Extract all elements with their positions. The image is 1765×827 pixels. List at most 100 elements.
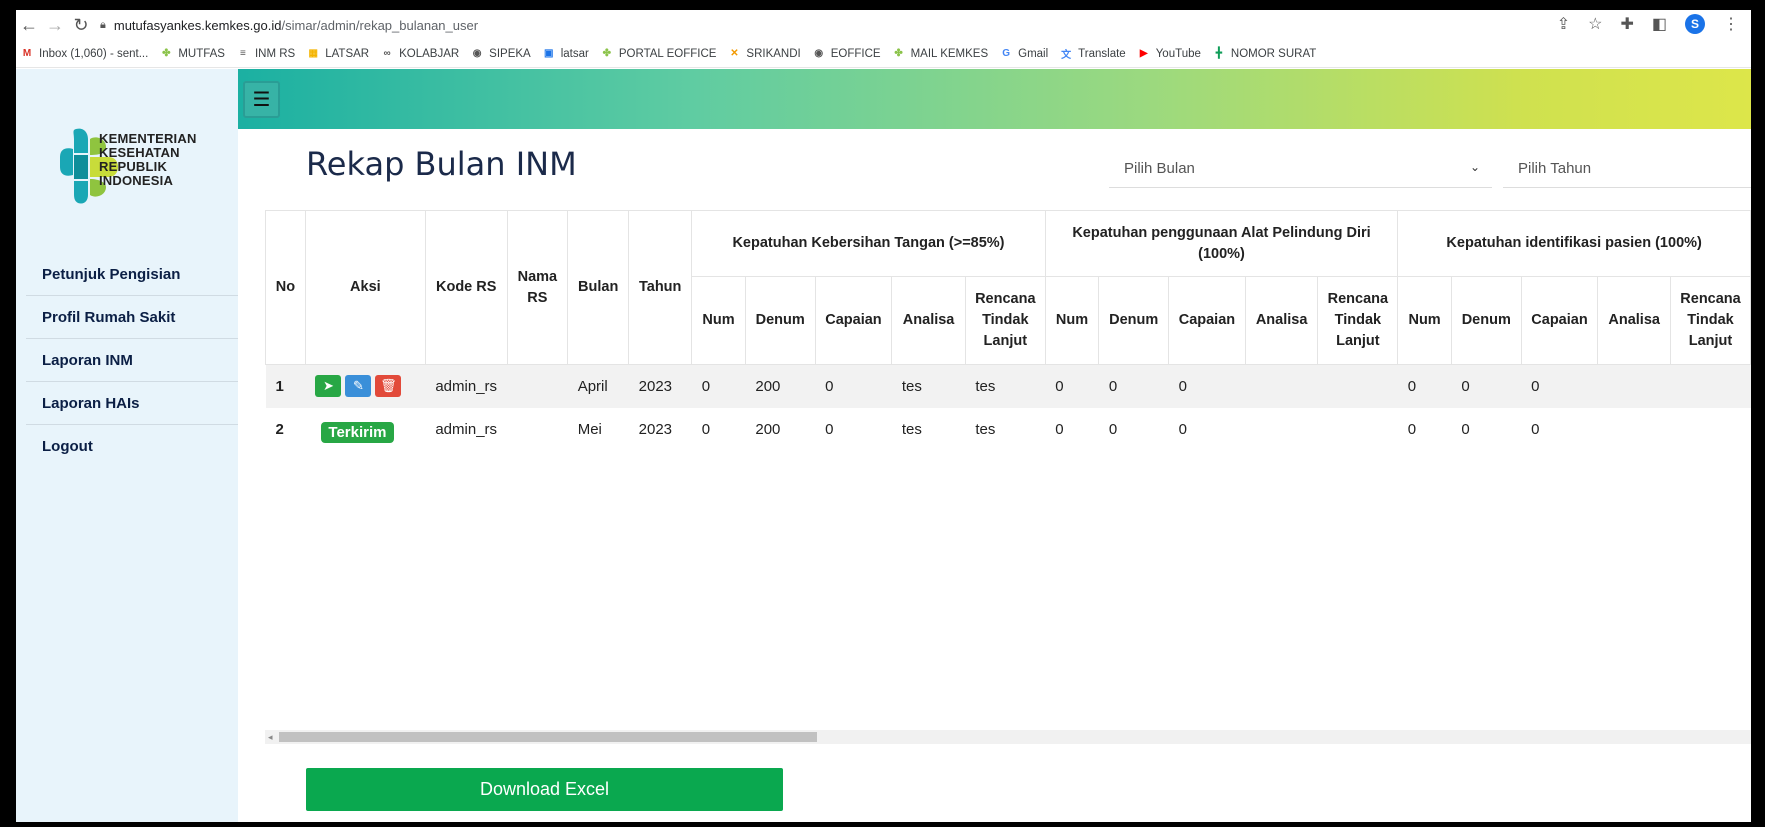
cell-g2-capaian: 0 [1178,420,1187,438]
bookmark-item[interactable]: ◉ EOFFICE [812,47,880,61]
sub-header-denum: Denum [1098,276,1170,365]
browser-menu-icon[interactable]: ⋮ [1723,14,1739,34]
cell-tahun: 2023 [628,364,692,408]
bookmark-star-icon[interactable]: ☆ [1588,14,1602,34]
forward-icon[interactable]: → [42,10,68,40]
cell-g1-num: 0 [691,364,746,408]
bookmark-label: INM RS [254,47,296,60]
status-badge: Terkirim [321,421,394,443]
cell-g1-analisa: tes [891,364,966,408]
extensions-icon[interactable]: ✚ [1620,14,1633,34]
col-header-nama-rs: Nama RS [506,210,569,365]
translate-icon: 文 [1061,50,1072,61]
cell-g1-rtl: tes [965,364,1046,408]
google-icon: G [1002,48,1011,59]
bookmark-item[interactable]: ╋ NOMOR SURAT [1212,47,1316,61]
col-header-kode-rs: Kode RS [424,210,508,365]
sidebar-menu: Petunjuk Pengisian Profil Rumah Sakit La… [26,253,238,468]
cell-g1-denum: 200 [745,364,816,408]
cell-tahun: 2023 [638,420,673,438]
scroll-left-icon[interactable]: ◂ [268,730,273,744]
cell-nama-rs [507,408,568,451]
cell-g3-capaian: 0 [1531,420,1540,438]
reload-icon[interactable]: ↻ [68,10,94,40]
cell-g3-analisa [1597,364,1671,408]
cell-g3-num: 0 [1397,364,1452,408]
send-icon: ➤ [322,378,334,394]
gmail-icon: M [22,48,32,59]
download-excel-button[interactable]: Download Excel [306,768,783,811]
cell-g2-denum: 0 [1108,420,1118,438]
bookmark-item[interactable]: ▦ LATSAR [306,47,369,61]
bookmark-item[interactable]: ▣ latsar [542,47,589,61]
edit-button[interactable]: ✎ [345,375,372,398]
bookmark-item[interactable]: ≡ INM RS [236,47,295,61]
hamburger-button[interactable]: ☰ [243,81,280,118]
bookmark-label: Gmail [1018,47,1049,60]
group-header-identifikasi-pasien: Kepatuhan identifikasi pasien (100%) [1397,210,1751,277]
latsar-icon: ▦ [308,48,318,59]
logo-line: REPUBLIK [99,159,168,174]
bookmark-item[interactable]: G Gmail [999,47,1048,61]
year-select-placeholder: Pilih Tahun [1518,160,1592,177]
cell-bulan: Mei [577,420,602,438]
bookmark-item[interactable]: ▶ YouTube [1137,47,1201,61]
cell-bulan: April [567,364,629,408]
bookmark-item[interactable]: ∞ KOLABJAR [380,47,460,61]
header-band: ☰ [238,69,1751,129]
youtube-icon: ▶ [1139,48,1148,59]
send-button[interactable]: ➤ [315,375,342,398]
kemkes-icon: ✤ [162,48,171,59]
delete-button[interactable]: 🗑︎ [375,375,402,398]
sidebar-item-petunjuk[interactable]: Petunjuk Pengisian [26,253,238,296]
bookmark-item[interactable]: ✤ PORTAL EOFFICE [600,47,717,61]
logo-line: KEMENTERIAN [99,131,197,146]
scrollbar-thumb[interactable] [279,732,817,742]
back-icon[interactable]: ← [16,10,42,40]
sidebar-item-profil[interactable]: Profil Rumah Sakit [26,296,238,339]
month-select[interactable]: Pilih Bulan ⌄ [1109,150,1492,188]
col-header-no: No [265,210,306,365]
url-path: /simar/admin/rekap_bulanan_user [281,17,479,33]
bookmark-label: KOLABJAR [399,47,460,60]
cell-g3-rtl [1671,408,1751,451]
cell-g2-capaian: 0 [1168,364,1246,408]
kolabjar-icon: ∞ [383,48,391,59]
cell-g2-rtl [1318,408,1398,451]
bookmark-label: SRIKANDI [746,47,801,60]
year-select[interactable]: Pilih Tahun [1503,150,1751,188]
inm-icon: ≡ [240,48,246,59]
sidebar-item-laporan-inm[interactable]: Laporan INM [26,339,238,382]
kemkes-icon: ✤ [602,48,612,59]
share-icon[interactable]: ⇪ [1557,14,1570,34]
table-container: No Aksi Kode RS Nama RS Bulan Tahun Kepa… [265,210,1751,695]
cell-nama-rs [507,364,568,408]
horizontal-scrollbar[interactable]: ◂ [265,730,1751,744]
bookmark-item[interactable]: 文 Translate [1059,47,1126,62]
bookmark-label: MAIL KEMKES [910,47,989,60]
sub-header-capaian: Capaian [1168,276,1246,365]
lock-icon[interactable]: 🔒︎ [100,19,106,32]
trash-icon: 🗑︎ [380,378,397,394]
sub-header-rtl: Rencana Tindak Lanjut [1317,276,1399,365]
profile-avatar[interactable]: S [1685,14,1705,34]
bookmark-item[interactable]: ✤ MUTFAS [159,47,225,61]
table-row: 1 ➤ ✎ 🗑︎ admin_rs April 2023 0 200 0 tes tes 0 0 0 0 0 0 [265,364,1751,408]
side-panel-icon[interactable]: ◧ [1652,14,1667,34]
calendar-icon: ▣ [544,48,554,59]
sidebar-item-logout[interactable]: Logout [26,425,238,468]
sub-header-capaian: Capaian [1520,276,1599,365]
bookmark-item[interactable]: ✤ MAIL KEMKES [892,47,989,61]
bookmark-item[interactable]: ✕ SRIKANDI [727,47,801,61]
group-header-apd: Kepatuhan penggunaan Alat Pelindung Diri… [1044,210,1399,277]
cell-g2-num: 0 [1055,420,1064,438]
sidebar-item-laporan-hais[interactable]: Laporan HAIs [26,382,238,425]
bookmark-item[interactable]: ◉ SIPEKA [470,47,531,61]
bookmark-label: PORTAL EOFFICE [618,47,717,60]
cell-g3-analisa [1598,408,1671,451]
bookmark-item[interactable]: M Inbox (1,060) - sent... [20,47,148,61]
url-field[interactable]: mutufasyankes.kemkes.go.id/simar/admin/r… [114,18,478,33]
sub-header-capaian: Capaian [814,276,893,365]
cell-g2-num: 0 [1045,364,1099,408]
sub-header-denum: Denum [744,276,816,365]
